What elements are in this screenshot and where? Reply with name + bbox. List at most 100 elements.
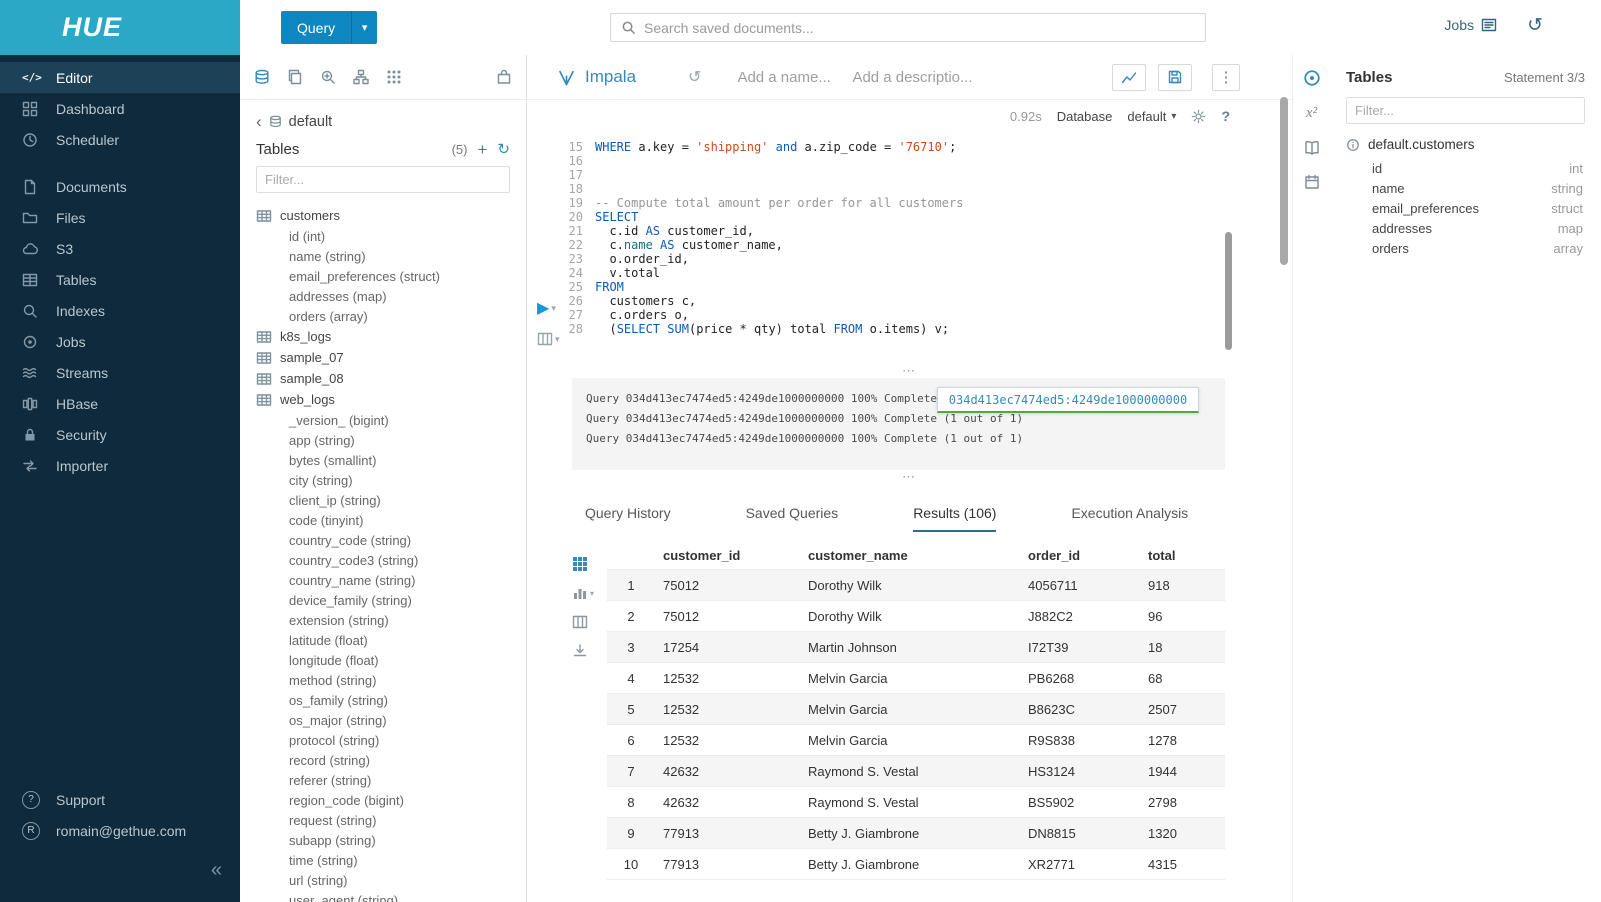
assist-column-email-preferences[interactable]: email_preferences (struct) [256,266,526,286]
assist-column-protocol[interactable]: protocol (string) [256,730,526,750]
assist-column-latitude[interactable]: latitude (float) [256,630,526,650]
query-button-caret-icon[interactable]: ▾ [351,11,377,44]
sidebar-item-dashboard[interactable]: Dashboard [0,93,240,124]
table-row[interactable]: 175012Dorothy Wilk4056711918 [607,570,1225,601]
sidebar-item-security[interactable]: Security [0,419,240,450]
history-icon[interactable]: ↺ [1527,14,1543,37]
assist-column-country-code[interactable]: country_code (string) [256,530,526,550]
sidebar-item-s3[interactable]: S3 [0,233,240,264]
assist-column-country-name[interactable]: country_name (string) [256,570,526,590]
assist-column-orders[interactable]: orders (array) [256,306,526,326]
chevron-left-icon[interactable]: ‹ [256,113,262,130]
schema-column-email-preferences[interactable]: email_preferencesstruct [1346,198,1585,218]
sidebar-item-importer[interactable]: Importer [0,450,240,481]
jobs-link[interactable]: Jobs [1444,17,1497,33]
assist-column-record[interactable]: record (string) [256,750,526,770]
results-column-header[interactable]: customer_name [800,542,1020,570]
query-id-popup[interactable]: 034d413ec7474ed5:4249de1000000000 [937,387,1199,413]
right-filter-input[interactable] [1346,97,1585,124]
execute-button[interactable]: ▶ ▾ [537,298,571,318]
table-row[interactable]: 842632Raymond S. VestalBS59022798 [607,787,1225,818]
query-history-icon[interactable]: ↺ [688,67,701,87]
query-button[interactable]: Query ▾ [281,11,377,44]
assist-column-referer[interactable]: referer (string) [256,770,526,790]
editor-scrollbar[interactable] [1225,232,1232,350]
results-column-header[interactable]: order_id [1020,542,1140,570]
refresh-icon[interactable]: ↻ [497,142,510,157]
active-table-row[interactable]: default.customers [1346,137,1585,152]
functions-icon[interactable]: x² [1306,105,1317,122]
panel-scrollbar[interactable] [1280,97,1288,265]
schema-column-orders[interactable]: ordersarray [1346,238,1585,258]
table-row[interactable]: 317254Martin JohnsonI72T3918 [607,632,1225,663]
resize-handle[interactable]: ⋯ [527,470,1292,484]
assist-column-url[interactable]: url (string) [256,870,526,890]
table-row[interactable]: 1077913Betty J. GiambroneXR27714315 [607,849,1225,880]
sitemap-icon[interactable] [353,69,369,85]
add-table-icon[interactable]: + [477,141,487,158]
save-button[interactable] [1158,64,1192,91]
examples-bag-icon[interactable] [496,69,512,85]
assist-column-time[interactable]: time (string) [256,850,526,870]
query-description-input[interactable] [852,69,980,86]
engine-name[interactable]: Impala [585,67,636,87]
assist-column-city[interactable]: city (string) [256,470,526,490]
apps-grid-icon[interactable] [386,69,402,85]
schema-column-id[interactable]: idint [1346,158,1585,178]
query-name-input[interactable] [737,69,842,86]
grid-view-button[interactable] [572,556,607,572]
assist-table-web-logs[interactable]: web_logs [256,389,526,410]
assist-table-customers[interactable]: customers [256,205,526,226]
assistant-icon[interactable] [1303,69,1321,87]
zoom-icon[interactable] [320,69,336,85]
more-actions-button[interactable]: ⋮ [1212,64,1240,91]
results-column-header[interactable]: total [1140,542,1225,570]
chart-view-button[interactable]: ▾ [572,585,607,601]
assist-column-country-code3[interactable]: country_code3 (string) [256,550,526,570]
tab-saved-queries[interactable]: Saved Queries [746,496,839,532]
assist-column-name[interactable]: name (string) [256,246,526,266]
results-column-header[interactable] [607,542,655,570]
sidebar-item-editor[interactable]: </>Editor [0,62,240,93]
sidebar-item-hbase[interactable]: HBase [0,388,240,419]
settings-gear-icon[interactable] [1191,109,1206,124]
assist-column-region-code[interactable]: region_code (bigint) [256,790,526,810]
database-select[interactable]: default ▾ [1127,109,1176,124]
sidebar-item-support[interactable]: ? Support [0,784,240,815]
assist-column-version[interactable]: _version_ (bigint) [256,410,526,430]
table-row[interactable]: 977913Betty J. GiambroneDN88151320 [607,818,1225,849]
assist-column-addresses[interactable]: addresses (map) [256,286,526,306]
assist-column-longitude[interactable]: longitude (float) [256,650,526,670]
assist-column-user-agent[interactable]: user_agent (string) [256,890,526,902]
code-editor[interactable]: 1516171819202122232425262728 WHERE a.key… [527,132,1292,364]
chart-button[interactable] [1112,64,1146,91]
help-icon[interactable]: ? [1221,108,1230,124]
table-row[interactable]: 412532Melvin GarciaPB626868 [607,663,1225,694]
assist-column-app[interactable]: app (string) [256,430,526,450]
download-button[interactable] [572,643,607,659]
schema-column-name[interactable]: namestring [1346,178,1585,198]
columns-toggle-button[interactable] [572,614,607,630]
assist-column-client-ip[interactable]: client_ip (string) [256,490,526,510]
assist-column-code[interactable]: code (tinyint) [256,510,526,530]
sidebar-item-tables[interactable]: Tables [0,264,240,295]
results-column-header[interactable]: customer_id [655,542,800,570]
table-row[interactable]: 512532Melvin GarciaB8623C2507 [607,694,1225,725]
assist-table-sample-07[interactable]: sample_07 [256,347,526,368]
breadcrumb-database[interactable]: default [289,114,333,130]
assist-filter-input[interactable] [256,166,510,193]
sidebar-item-user[interactable]: R romain@gethue.com [0,815,240,846]
assist-column-os-family[interactable]: os_family (string) [256,690,526,710]
language-reference-icon[interactable] [1304,140,1320,156]
assist-column-id[interactable]: id (int) [256,226,526,246]
query-button-label[interactable]: Query [281,11,351,44]
sidebar-item-jobs[interactable]: Jobs [0,326,240,357]
resize-handle[interactable]: ⋯ [527,364,1292,378]
tab-results-106[interactable]: Results (106) [913,496,996,532]
assist-column-extension[interactable]: extension (string) [256,610,526,630]
sidebar-item-indexes[interactable]: Indexes [0,295,240,326]
assist-table-sample-08[interactable]: sample_08 [256,368,526,389]
table-row[interactable]: 612532Melvin GarciaR9S8381278 [607,725,1225,756]
sidebar-item-scheduler[interactable]: Scheduler [0,124,240,155]
assist-column-device-family[interactable]: device_family (string) [256,590,526,610]
